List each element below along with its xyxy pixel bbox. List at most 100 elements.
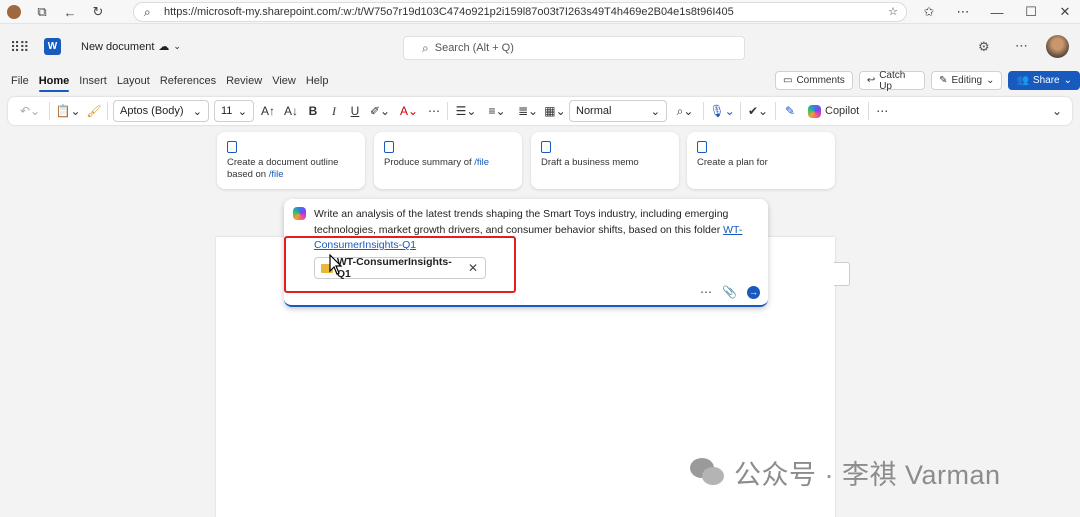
share-button[interactable]: 👥 Share ⌄ [1008,71,1080,90]
undo-icon[interactable]: ↶⌄ [16,100,44,122]
chevron-down-icon: ⌄ [1063,75,1072,86]
ribbon-tabs: File Home Insert Layout References Revie… [0,70,1080,92]
bold-icon[interactable]: B [305,100,321,122]
catchup-button[interactable]: ↩ Catch Up [858,69,926,92]
minimize-icon[interactable]: — [986,1,1008,23]
tab-references[interactable]: References [155,70,221,92]
grow-font-icon[interactable]: A↑ [259,100,277,122]
tab-insert[interactable]: Insert [74,70,112,92]
more-options-icon[interactable]: ⋯ [700,285,712,299]
dictate-icon[interactable]: 🎙⌄ [709,100,735,122]
page-side-marker [834,262,850,286]
find-icon[interactable]: ⌕⌄ [672,100,698,122]
comments-button[interactable]: ▭ Comments [775,71,853,90]
doc-title[interactable]: New document ☁ ⌄ [81,40,181,54]
expand-ribbon-icon[interactable]: ⌄ [1050,100,1064,122]
close-icon[interactable]: ✕ [1054,1,1076,23]
divider [868,102,870,120]
divider [740,102,741,120]
divider [775,102,776,120]
designer-icon[interactable]: ✎ [781,100,799,122]
tab-actions-icon[interactable]: ⧉ [31,1,53,23]
borders-icon[interactable]: ▦⌄ [544,100,565,122]
document-list-icon [384,141,394,153]
more-options-icon[interactable]: ⋯ [1015,38,1028,54]
tab-review[interactable]: Review [221,70,267,92]
comments-label: Comments [796,75,845,86]
send-icon[interactable]: → [747,285,760,299]
align-icon[interactable]: ≣⌄ [515,100,541,122]
refresh-icon[interactable]: ↻ [87,1,109,23]
tab-help[interactable]: Help [301,70,334,92]
highlight-box [284,236,516,293]
search-icon: ⌕ [422,40,429,55]
cloud-sync-icon: ☁ [158,41,170,53]
watermark: 公众号 · 李祺 Varman [690,452,1001,492]
catchup-label: Catch Up [879,69,906,92]
word-logo-icon: W [44,38,61,55]
suggestion-card-outline[interactable]: Create a document outline based on /file [217,132,365,189]
more-format-icon[interactable]: ⋯ [426,100,442,122]
app-header: ⠿⠿ W New document ☁ ⌄ ⌕ Search (Alt + Q)… [0,24,1080,70]
user-avatar[interactable] [1046,35,1069,58]
suggestion-card-summary[interactable]: Produce summary of /file [374,132,522,189]
address-bar[interactable]: ⌕ https://microsoft-my.sharepoint.com/:w… [133,2,907,22]
paste-icon[interactable]: 📋⌄ [55,100,81,122]
search-box[interactable]: ⌕ Search (Alt + Q) [403,36,745,60]
font-color-icon[interactable]: A⌄ [397,100,421,122]
format-painter-icon[interactable]: 🖌 [86,100,102,122]
favorite-icon[interactable]: ☆ [888,5,898,18]
italic-icon[interactable]: I [326,100,342,122]
chevron-down-icon: ⌄ [986,75,995,86]
copilot-label: Copilot [825,105,860,117]
editor-icon[interactable]: ✔⌄ [746,100,770,122]
copilot-icon [293,207,306,220]
numbering-icon[interactable]: ≡⌄ [484,100,510,122]
style-value: Normal [576,105,612,117]
back-icon[interactable]: ← [59,1,81,23]
attach-icon[interactable]: 📎 [722,285,737,299]
tab-home[interactable]: Home [34,70,75,92]
suggestion-card-memo[interactable]: Draft a business memo [531,132,679,189]
underline-icon[interactable]: U [347,100,363,122]
bullets-icon[interactable]: ☰⌄ [453,100,479,122]
editing-mode-button[interactable]: ✎ Editing ⌄ [931,71,1003,90]
style-select[interactable]: Normal ⌄ [569,100,667,122]
profile-avatar[interactable] [3,1,25,23]
copilot-button[interactable]: Copilot [804,100,863,122]
tab-layout[interactable]: Layout [112,70,155,92]
highlight-icon[interactable]: ✐⌄ [368,100,392,122]
font-size-value: 11 [221,105,233,117]
wechat-icon [690,458,724,486]
prompt-body: Write an analysis of the latest trends s… [314,208,729,236]
font-size-select[interactable]: 11 ⌄ [214,100,254,122]
more-icon[interactable]: ⋯ [952,1,974,23]
font-family-value: Aptos (Body) [120,105,184,117]
suggestion-card-plan[interactable]: Create a plan for [687,132,835,189]
shrink-font-icon[interactable]: A↓ [282,100,300,122]
editing-label: Editing [951,75,983,86]
maximize-icon[interactable]: ☐ [1020,1,1042,23]
suggestion-link: /file [474,157,490,168]
font-family-select[interactable]: Aptos (Body) ⌄ [113,100,209,122]
divider [447,102,448,120]
document-icon [227,141,237,153]
favorites-icon[interactable]: ✩ [918,1,940,23]
suggestion-text: Draft a business memo [541,157,639,168]
more-ribbon-icon[interactable]: ⋯ [874,100,890,122]
tab-file[interactable]: File [6,70,34,92]
share-label: Share [1032,75,1060,86]
chevron-down-icon: ⌄ [192,105,202,118]
doc-title-text: New document [81,40,155,53]
comment-icon: ▭ [783,75,793,86]
chevron-down-icon: ⌄ [173,41,181,51]
divider [49,102,50,120]
divider [107,102,108,120]
chevron-down-icon: ⌄ [650,105,660,118]
copilot-icon [808,104,821,118]
home-ribbon: ↶⌄ 📋⌄ 🖌 Aptos (Body) ⌄ 11 ⌄ A↑ A↓ B I U ✐⌄… [8,97,1072,125]
tab-view[interactable]: View [267,70,301,92]
settings-gear-icon[interactable]: ⚙ [978,39,990,55]
browser-toolbar: ⧉ ← ↻ ⌕ https://microsoft-my.sharepoint.… [0,0,1080,24]
app-launcher-icon[interactable]: ⠿⠿ [10,39,29,56]
